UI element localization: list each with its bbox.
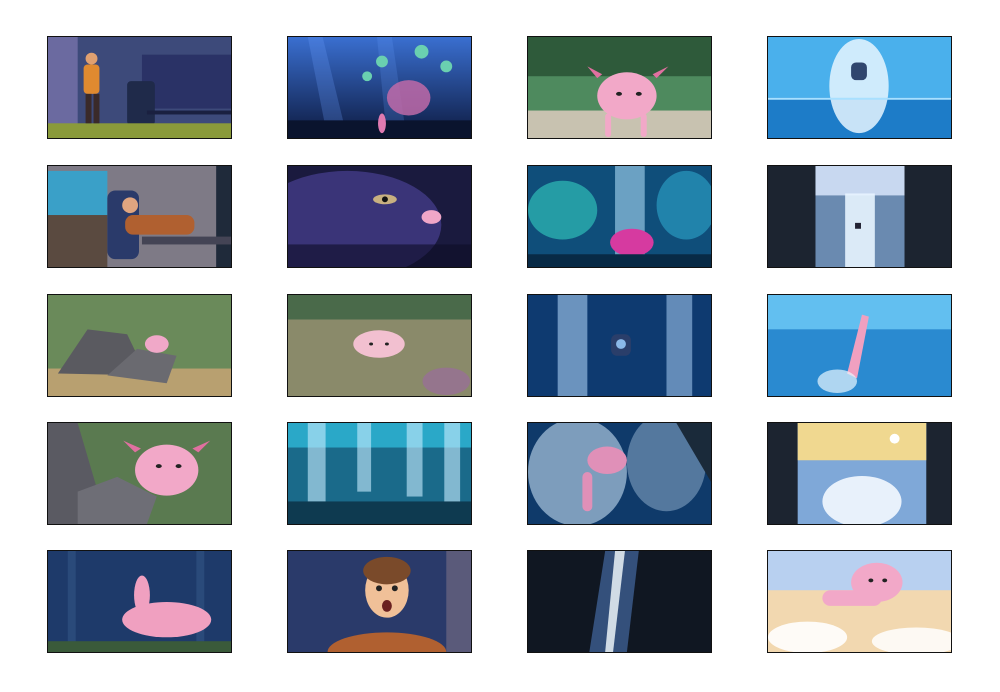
- panel-portal-light-beam: [527, 550, 712, 653]
- panel-axolotl-on-rocks: [47, 294, 232, 397]
- panel-diver-bubbles: [527, 294, 712, 397]
- panel-axolotl-tail-forest: [47, 550, 232, 653]
- panel-man-reclining-chair: [47, 165, 232, 268]
- panel-jellyfish-reef: [287, 36, 472, 139]
- panel-bubble-columns: [287, 422, 472, 525]
- panel-portal-splash-sky: [767, 422, 952, 525]
- panel-man-surprised: [287, 550, 472, 653]
- storyboard-sheet: [0, 0, 1000, 692]
- panel-coral-vent: [527, 165, 712, 268]
- panel-diver-splash: [767, 36, 952, 139]
- panel-axolotl-closeup-rocks: [47, 422, 232, 525]
- panel-portal-waterfall: [767, 165, 952, 268]
- panel-whale-eye-axolotl: [287, 165, 472, 268]
- panel-man-at-desk: [47, 36, 232, 139]
- panel-axolotl-in-sand: [287, 294, 472, 397]
- panel-axolotl-bubbles: [527, 422, 712, 525]
- panel-axolotl-swimming: [527, 36, 712, 139]
- panel-axolotl-flying-sky: [767, 550, 952, 653]
- panel-axolotl-rising: [767, 294, 952, 397]
